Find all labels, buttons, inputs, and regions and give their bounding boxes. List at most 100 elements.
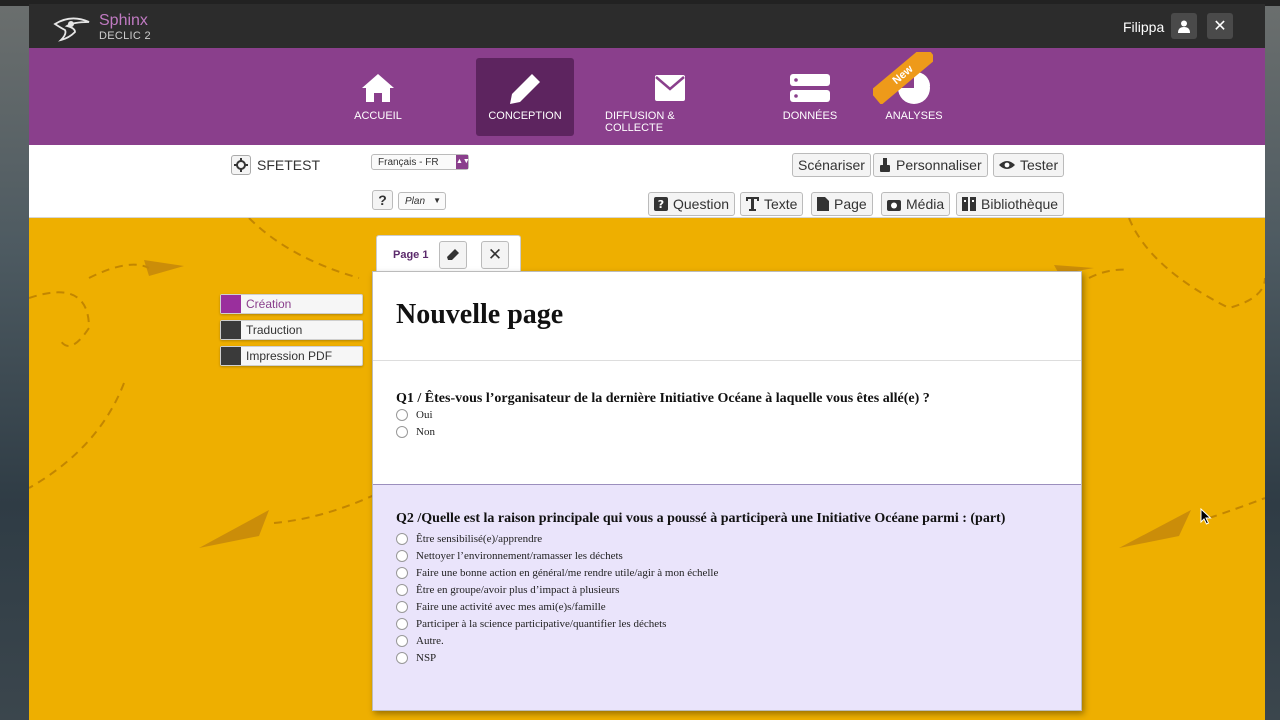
close-icon: ✕: [1213, 18, 1227, 35]
button-label: Question: [673, 196, 730, 212]
button-label: Scénariser: [798, 157, 865, 173]
svg-text:?: ?: [658, 198, 664, 211]
design-toolbar: SFETEST Français - FR ▲▼ ? Plan ▼ Scénar…: [29, 145, 1265, 218]
nav-label: DONNÉES: [782, 110, 838, 122]
language-select[interactable]: Français - FR ▲▼: [371, 154, 470, 170]
add-page-button[interactable]: Page: [811, 192, 873, 216]
color-swatch: [221, 321, 241, 339]
question-2-block[interactable]: Q2 /Quelle est la raison principale qui …: [373, 484, 1081, 710]
server-icon: [790, 74, 830, 102]
q2-option[interactable]: Faire une activité avec mes ami(e)s/fami…: [396, 601, 606, 613]
language-value: Français - FR: [378, 156, 439, 168]
tester-button[interactable]: Tester: [993, 153, 1065, 177]
nav-label: DIFFUSION & COLLECTE: [605, 110, 675, 134]
pencil-icon: [510, 74, 540, 104]
q2-option[interactable]: Nettoyer l’environnement/ramasser les dé…: [396, 550, 623, 562]
option-label: Participer à la science participative/qu…: [416, 618, 667, 630]
page-icon: [817, 197, 829, 211]
view-select[interactable]: Plan ▼: [398, 192, 446, 210]
divider: [373, 360, 1081, 361]
sphinx-logo[interactable]: Sphinx DECLIC 2: [53, 12, 153, 42]
button-label: Personnaliser: [896, 157, 982, 173]
book-icon: [962, 197, 976, 211]
chevron-down-icon: ▼: [433, 196, 441, 205]
edit-page-button[interactable]: [439, 241, 467, 269]
option-label: Non: [416, 426, 435, 438]
q2-option[interactable]: Être sensibilisé(e)/apprendre: [396, 533, 542, 545]
logo-subtitle: DECLIC 2: [99, 30, 151, 42]
scenariser-button[interactable]: Scénariser: [792, 153, 871, 177]
side-item-creation[interactable]: Création: [220, 294, 363, 314]
side-item-label: Création: [246, 297, 292, 311]
new-badge-label: New: [873, 52, 933, 104]
help-label: ?: [378, 192, 387, 208]
q2-option[interactable]: NSP: [396, 652, 436, 664]
radio-button[interactable]: [396, 601, 408, 613]
delete-page-button[interactable]: ✕: [481, 241, 509, 269]
radio-button[interactable]: [396, 618, 408, 630]
personnaliser-button[interactable]: Personnaliser: [873, 153, 988, 177]
camera-icon: [887, 199, 901, 211]
user-icon: [1178, 20, 1190, 33]
option-label: Autre.: [416, 635, 444, 647]
option-label: Faire une bonne action en général/me ren…: [416, 567, 719, 579]
radio-button[interactable]: [396, 567, 408, 579]
radio-button[interactable]: [396, 426, 408, 438]
view-value: Plan: [405, 195, 426, 207]
option-label: Être sensibilisé(e)/apprendre: [416, 533, 543, 545]
q2-option[interactable]: Participer à la science participative/qu…: [396, 618, 666, 630]
user-profile-button[interactable]: [1171, 13, 1197, 39]
project-settings[interactable]: SFETEST: [231, 155, 320, 175]
question-2-title[interactable]: Q2 /Quelle est la raison principale qui …: [396, 511, 1005, 527]
option-label: NSP: [416, 652, 437, 664]
q2-option[interactable]: Faire une bonne action en général/me ren…: [396, 567, 718, 579]
add-question-button[interactable]: ? Question: [648, 192, 736, 216]
chevron-down-icon: ▲▼: [456, 155, 470, 169]
app-window: Sphinx DECLIC 2 Filippa ✕ ACCUEIL CONCEP…: [29, 4, 1265, 720]
radio-button[interactable]: [396, 409, 408, 421]
home-icon: [362, 74, 394, 102]
nav-donnees[interactable]: DONNÉES: [771, 58, 849, 136]
side-item-label: Traduction: [246, 323, 303, 337]
gear-icon: [231, 155, 251, 175]
button-label: Média: [906, 196, 945, 212]
q2-option[interactable]: Être en groupe/avoir plus d’impact à plu…: [396, 584, 619, 596]
page-title[interactable]: Nouvelle page: [396, 299, 563, 331]
eraser-icon: [447, 249, 459, 260]
q1-option[interactable]: Non: [396, 426, 435, 438]
radio-button[interactable]: [396, 550, 408, 562]
nav-label: ACCUEIL: [354, 110, 402, 122]
nav-accueil[interactable]: ACCUEIL: [329, 58, 427, 136]
envelope-icon: [655, 75, 685, 101]
library-button[interactable]: Bibliothèque: [956, 192, 1065, 216]
side-item-traduction[interactable]: Traduction: [220, 320, 363, 340]
option-label: Nettoyer l’environnement/ramasser les dé…: [416, 550, 623, 562]
option-label: Faire une activité avec mes ami(e)s/fami…: [416, 601, 606, 613]
radio-button[interactable]: [396, 635, 408, 647]
new-badge: New: [873, 52, 933, 104]
eye-logo-icon: [53, 17, 90, 42]
close-app-button[interactable]: ✕: [1207, 13, 1233, 39]
button-label: Tester: [1020, 157, 1059, 173]
mouse-cursor-icon: [1200, 508, 1212, 525]
close-icon: ✕: [487, 245, 503, 264]
nav-label: ANALYSES: [885, 110, 943, 122]
brush-icon: [880, 158, 890, 172]
nav-diffusion[interactable]: DIFFUSION & COLLECTE: [605, 58, 735, 136]
main-nav: ACCUEIL CONCEPTION DIFFUSION & COLLECTE …: [29, 48, 1265, 145]
add-media-button[interactable]: Média: [881, 192, 951, 216]
add-text-button[interactable]: Texte: [740, 192, 804, 216]
question-1-title[interactable]: Q1 / Êtes-vous l’organisateur de la dern…: [396, 391, 930, 407]
radio-button[interactable]: [396, 652, 408, 664]
nav-conception[interactable]: CONCEPTION: [476, 58, 574, 136]
tab-page-1[interactable]: Page 1 ✕: [376, 235, 521, 275]
page-tab-label: Page 1: [393, 249, 429, 261]
q1-option[interactable]: Oui: [396, 409, 433, 421]
side-item-impression-pdf[interactable]: Impression PDF: [220, 346, 363, 366]
top-bar: Sphinx DECLIC 2 Filippa ✕: [29, 4, 1265, 48]
radio-button[interactable]: [396, 584, 408, 596]
radio-button[interactable]: [396, 533, 408, 545]
help-button[interactable]: ?: [372, 190, 393, 210]
color-swatch: [221, 347, 241, 365]
q2-option[interactable]: Autre.: [396, 635, 444, 647]
